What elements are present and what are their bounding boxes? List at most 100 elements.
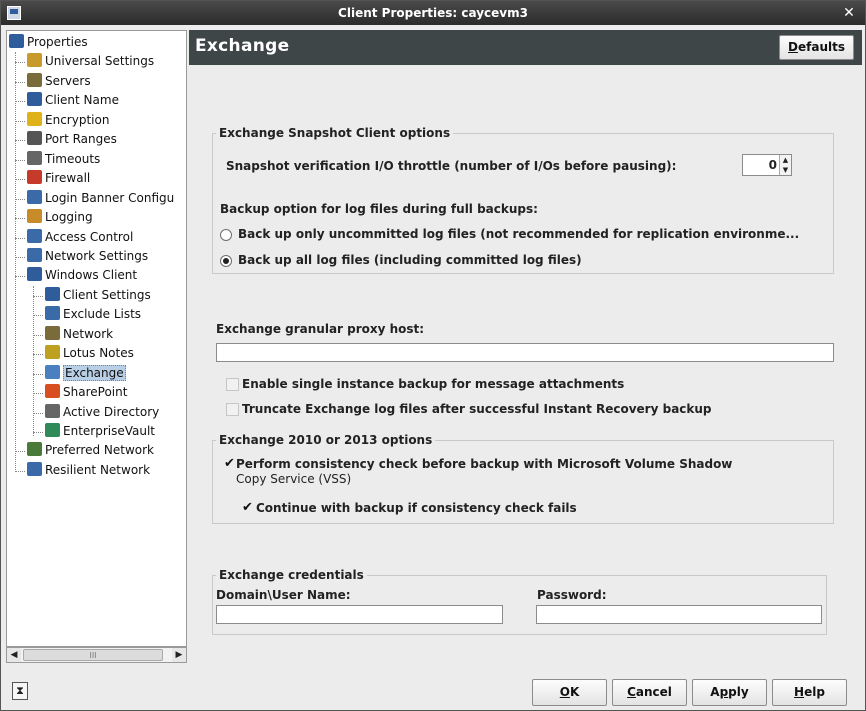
scroll-left-icon[interactable]: ◀: [7, 648, 21, 662]
tree-connector: [33, 393, 43, 395]
spinner-arrows-icon[interactable]: ▲ ▼: [779, 155, 791, 175]
radio-all-logs[interactable]: [220, 255, 232, 267]
hourglass-icon: ⧗: [12, 682, 28, 700]
tree-item-encryption[interactable]: Encryption: [27, 111, 109, 130]
tree-item-enterprisevault[interactable]: EnterpriseVault: [45, 422, 155, 441]
consistency-label-line1[interactable]: Perform consistency check before backup …: [236, 457, 732, 471]
tree-item-label: EnterpriseVault: [63, 424, 156, 438]
tree-item-label: Client Settings: [63, 287, 151, 302]
proxy-host-field[interactable]: [216, 343, 834, 362]
tree-connector: [15, 101, 25, 103]
firewall-icon: [27, 170, 42, 185]
tree-item-universal-settings[interactable]: Universal Settings: [27, 52, 154, 71]
truncate-checkbox[interactable]: [226, 403, 239, 416]
tree-connector: [15, 470, 25, 472]
ok-button[interactable]: OK: [532, 679, 607, 706]
app-icon: [7, 6, 21, 20]
tree-connector: [33, 412, 43, 414]
tree-connector: [15, 276, 25, 278]
tree-item-label: Resilient Network: [45, 462, 151, 477]
apply-button[interactable]: Apply: [692, 679, 767, 706]
directory-icon: [45, 403, 60, 418]
username-label: Domain\User Name:: [216, 588, 351, 602]
close-icon[interactable]: ✕: [841, 1, 857, 25]
tree-item-label: Client Name: [45, 93, 119, 108]
exchange-panel: Exchange Snapshot Client options Snapsho…: [189, 65, 862, 665]
snapshot-group-title: Exchange Snapshot Client options: [216, 126, 454, 140]
tree-item-exclude-lists[interactable]: Exclude Lists: [45, 305, 141, 324]
tree-item-client-name[interactable]: Client Name: [27, 91, 119, 110]
tree-item-label: Windows Client: [45, 268, 138, 283]
tree-item-logging[interactable]: Logging: [27, 208, 93, 227]
tree-item-sharepoint[interactable]: SharePoint: [45, 383, 127, 402]
continue-check-icon[interactable]: ✔: [242, 501, 253, 514]
tree-item-label: Login Banner Configu: [45, 190, 175, 205]
radio-all-label[interactable]: Back up all log files (including committ…: [238, 253, 582, 267]
window-title: Client Properties: caycevm3: [338, 6, 528, 20]
tree-item-network-settings[interactable]: Network Settings: [27, 247, 148, 266]
tree-item-timeouts[interactable]: Timeouts: [27, 150, 100, 169]
throttle-spinner[interactable]: 0 ▲ ▼: [742, 154, 792, 176]
tree-item-firewall[interactable]: Firewall: [27, 169, 90, 188]
tree-item-label: Network Settings: [45, 248, 149, 263]
clock-icon: [27, 150, 42, 165]
tree-item-network[interactable]: Network: [45, 325, 113, 344]
port-icon: [27, 131, 42, 146]
tree-item-preferred-network[interactable]: Preferred Network: [27, 441, 154, 460]
tree-connector: [15, 62, 25, 64]
settings-globe-icon: [27, 53, 42, 68]
tree-item-windows-client[interactable]: Windows Client: [27, 266, 137, 285]
exclude-icon: [45, 306, 60, 321]
page-header: Exchange Defaults: [189, 30, 862, 65]
tree-item-label: Timeouts: [45, 151, 101, 166]
network-icon: [27, 247, 42, 262]
single-instance-label[interactable]: Enable single instance backup for messag…: [242, 377, 624, 391]
tree-item-servers[interactable]: Servers: [27, 72, 91, 91]
truncate-label[interactable]: Truncate Exchange log files after succes…: [242, 402, 712, 416]
tree-item-client-settings[interactable]: Client Settings: [45, 286, 151, 305]
tree-item-label: Universal Settings: [45, 54, 155, 69]
tree-connector: [15, 81, 25, 83]
properties-window: Client Properties: caycevm3 ✕ Properties…: [0, 0, 866, 711]
tree-item-lotus-notes[interactable]: Lotus Notes: [45, 344, 134, 363]
title-bar: Client Properties: caycevm3 ✕: [1, 1, 865, 25]
tree-item-active-directory[interactable]: Active Directory: [45, 403, 159, 422]
tree-connector: [33, 432, 43, 433]
tree-connector: [15, 256, 25, 258]
tree-item-port-ranges[interactable]: Port Ranges: [27, 130, 117, 149]
tree-item-properties[interactable]: Properties: [9, 33, 88, 52]
continue-label[interactable]: Continue with backup if consistency chec…: [256, 501, 577, 515]
tree-connector: [33, 373, 43, 375]
tree-item-label: Servers: [45, 73, 91, 88]
computer-icon: [45, 286, 60, 301]
tree-horizontal-scrollbar[interactable]: ◀ III ▶: [6, 647, 187, 663]
tree-connector: [33, 334, 43, 336]
tree-item-access-control[interactable]: Access Control: [27, 228, 133, 247]
scroll-thumb[interactable]: III: [23, 649, 163, 661]
tree-item-resilient-network[interactable]: Resilient Network: [27, 461, 150, 480]
radio-uncommitted-label[interactable]: Back up only uncommitted log files (not …: [238, 227, 799, 241]
throttle-value[interactable]: 0: [769, 158, 777, 172]
radio-uncommitted[interactable]: [220, 229, 232, 241]
log-icon: [27, 209, 42, 224]
tree-connector: [15, 237, 25, 239]
username-field[interactable]: [216, 605, 503, 624]
tree-item-label: Firewall: [45, 171, 91, 186]
password-field[interactable]: [536, 605, 822, 624]
exchange-icon: [45, 364, 60, 379]
help-button[interactable]: Help: [772, 679, 847, 706]
properties-tree: Properties Universal Settings Servers Clien…: [6, 30, 187, 647]
tree-connector: [15, 451, 25, 453]
defaults-button[interactable]: Defaults: [779, 35, 854, 60]
throttle-label: Snapshot verification I/O throttle (numb…: [226, 159, 677, 173]
scroll-right-icon[interactable]: ▶: [172, 648, 186, 662]
tree-item-exchange[interactable]: Exchange: [45, 364, 126, 383]
consistency-label-line2[interactable]: Copy Service (VSS): [236, 472, 351, 486]
tree-item-login-banner-configu[interactable]: Login Banner Configu: [27, 189, 174, 208]
computer-icon: [27, 267, 42, 282]
credentials-group-title: Exchange credentials: [216, 568, 367, 582]
cancel-button[interactable]: Cancel: [612, 679, 687, 706]
single-instance-checkbox[interactable]: [226, 378, 239, 391]
computer-icon: [9, 34, 24, 48]
consistency-check-icon[interactable]: ✔: [224, 457, 235, 470]
